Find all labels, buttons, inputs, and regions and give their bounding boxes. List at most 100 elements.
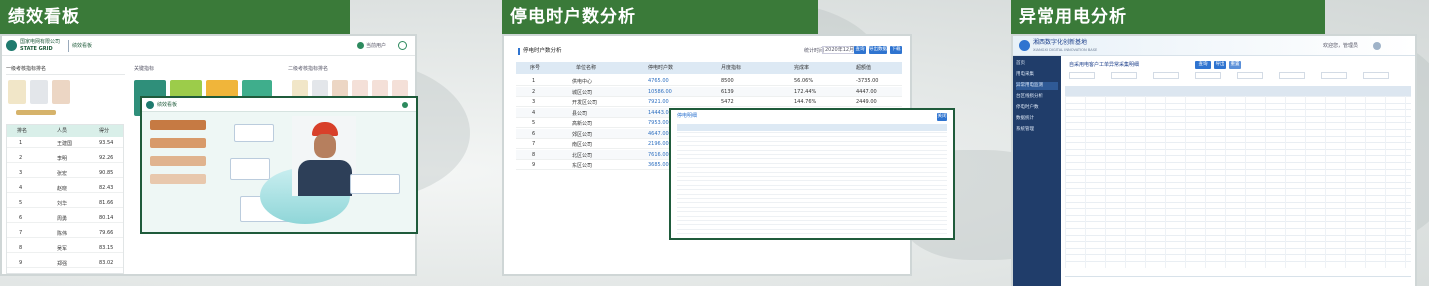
table-row bbox=[1065, 122, 1411, 124]
table-row[interactable]: 2 城区公司 10586.00 6139 172.44% 4447.00 bbox=[516, 86, 902, 97]
date-select[interactable]: 2020年12月 bbox=[822, 46, 858, 54]
table-row bbox=[1065, 234, 1411, 236]
query-button[interactable]: 查询 bbox=[854, 46, 866, 54]
column-divider bbox=[1305, 96, 1306, 268]
table-row[interactable]: 1 供电中心 4765.00 8500 56.06% -3735.00 bbox=[516, 76, 902, 86]
cell-hours[interactable]: 7921.00 bbox=[648, 99, 669, 105]
table-row bbox=[677, 198, 947, 199]
cell-hours[interactable]: 7616.00 bbox=[648, 152, 669, 158]
cell-rank: 4 bbox=[19, 185, 23, 191]
section-title-text: 异常用电分析 bbox=[1019, 7, 1127, 27]
cell-hours[interactable]: 4647.00 bbox=[648, 131, 669, 137]
cell-name: 周勇 bbox=[57, 216, 68, 222]
cell-score: 80.14 bbox=[99, 215, 114, 221]
cell-score: 90.85 bbox=[99, 170, 114, 176]
user-avatar[interactable] bbox=[1373, 42, 1381, 50]
user-greeting[interactable]: 欢迎您，管理员 bbox=[1323, 43, 1358, 50]
info-card bbox=[230, 158, 270, 180]
table-row[interactable]: 8 吴军 83.15 bbox=[7, 243, 123, 253]
cell-unit: 高新公司 bbox=[572, 121, 593, 127]
logout-icon[interactable] bbox=[398, 41, 407, 50]
table-row[interactable]: 3 张宏 90.85 bbox=[7, 168, 123, 178]
table-row[interactable]: 4 赵晓 82.43 bbox=[7, 183, 123, 193]
cell-over: -3735.00 bbox=[856, 78, 879, 84]
column-divider bbox=[1125, 96, 1126, 268]
table-row bbox=[677, 202, 947, 204]
sidebar-item[interactable]: 停电时户数 bbox=[1016, 104, 1058, 112]
dashboard-header: 国家电网有限公司 STATE GRID 绩效看板 当前用户 bbox=[2, 36, 415, 56]
cell-name: 郑强 bbox=[57, 261, 68, 267]
table-row bbox=[1065, 261, 1411, 262]
table-row[interactable]: 6 周勇 80.14 bbox=[7, 213, 123, 223]
sidebar-item[interactable]: 数据统计 bbox=[1016, 115, 1058, 123]
header-no: 序号 bbox=[530, 65, 541, 71]
info-card bbox=[350, 174, 400, 194]
app-title: 绩效看板 bbox=[72, 43, 93, 49]
reset-button[interactable]: 重置 bbox=[1229, 61, 1241, 69]
cell-hours[interactable]: 4765.00 bbox=[648, 78, 669, 84]
query-button[interactable]: 查询 bbox=[1195, 61, 1211, 69]
close-button[interactable]: 关闭 bbox=[937, 113, 947, 121]
cell-hours[interactable]: 2196.00 bbox=[648, 141, 669, 147]
column-divider bbox=[1185, 96, 1186, 268]
cell-no: 1 bbox=[532, 78, 536, 84]
filter-input[interactable] bbox=[1237, 72, 1263, 79]
sidebar-item[interactable]: 系统管理 bbox=[1016, 126, 1058, 134]
sidebar-item[interactable]: 台区线损分析 bbox=[1016, 93, 1058, 101]
cell-target: 8500 bbox=[721, 78, 734, 84]
export-button[interactable]: 导出 bbox=[1214, 61, 1226, 69]
anomaly-title: 自采用电客户工单异常采集明细 bbox=[1069, 62, 1140, 68]
filter-input[interactable] bbox=[1153, 72, 1179, 79]
sidebar-item[interactable]: 首页 bbox=[1016, 60, 1058, 68]
filter-input[interactable] bbox=[1195, 72, 1221, 79]
pagination[interactable] bbox=[1065, 276, 1411, 282]
download-button[interactable]: 下载 bbox=[890, 46, 902, 54]
header-rank: 排名 bbox=[17, 128, 28, 134]
filter-input[interactable] bbox=[1069, 72, 1095, 79]
section-title-text: 绩效看板 bbox=[8, 7, 80, 27]
table-row[interactable]: 9 郑强 83.02 bbox=[7, 258, 123, 268]
cell-target: 6139 bbox=[721, 88, 734, 95]
table-row bbox=[1065, 247, 1411, 249]
filter-input[interactable] bbox=[1321, 72, 1347, 79]
export-button[interactable]: 导出数据 bbox=[869, 46, 887, 54]
user-avatar[interactable] bbox=[357, 42, 364, 49]
table-row bbox=[1065, 109, 1411, 111]
cell-unit: 城区公司 bbox=[572, 89, 593, 96]
table-row bbox=[677, 211, 947, 213]
user-avatar[interactable] bbox=[402, 102, 408, 108]
cell-no: 2 bbox=[532, 88, 536, 95]
table-row bbox=[1065, 195, 1411, 196]
table-row[interactable]: 2 李明 92.26 bbox=[7, 153, 123, 163]
header-unit: 单位名称 bbox=[576, 65, 597, 71]
gold-medal-icon bbox=[8, 80, 26, 104]
filter-input[interactable] bbox=[1363, 72, 1389, 79]
indicator-bar bbox=[150, 156, 206, 166]
header-score: 得分 bbox=[99, 128, 110, 134]
cell-unit: 开发区公司 bbox=[572, 100, 598, 106]
date-label: 统计时间 bbox=[804, 48, 825, 54]
worker-photo bbox=[292, 116, 356, 196]
table-row bbox=[1065, 208, 1411, 210]
table-row[interactable]: 1 王建国 93.54 bbox=[7, 138, 123, 148]
column-divider bbox=[1085, 96, 1086, 268]
user-label[interactable]: 当前用户 bbox=[366, 43, 386, 50]
cell-no: 9 bbox=[532, 162, 536, 168]
cell-rank: 2 bbox=[19, 155, 23, 161]
sidebar-item[interactable]: 异常用电监测 bbox=[1016, 82, 1058, 90]
table-row bbox=[677, 193, 947, 195]
column-divider bbox=[1205, 96, 1206, 268]
table-row[interactable]: 5 刘华 81.66 bbox=[7, 198, 123, 208]
cell-hours[interactable]: 7953.00 bbox=[648, 120, 669, 126]
sidebar-item[interactable]: 用电采集 bbox=[1016, 71, 1058, 79]
table-row bbox=[677, 149, 947, 151]
cell-hours[interactable]: 10586.00 bbox=[648, 89, 672, 95]
column-divider bbox=[1285, 96, 1286, 268]
cell-hours[interactable]: 3685.00 bbox=[648, 162, 669, 168]
filter-input[interactable] bbox=[1111, 72, 1137, 79]
table-row[interactable]: 7 陈伟 79.66 bbox=[7, 228, 123, 238]
table-row bbox=[677, 189, 947, 191]
table-row[interactable]: 3 开发区公司 7921.00 5472 144.76% 2449.00 bbox=[516, 97, 902, 107]
table-row bbox=[677, 180, 947, 182]
filter-input[interactable] bbox=[1279, 72, 1305, 79]
